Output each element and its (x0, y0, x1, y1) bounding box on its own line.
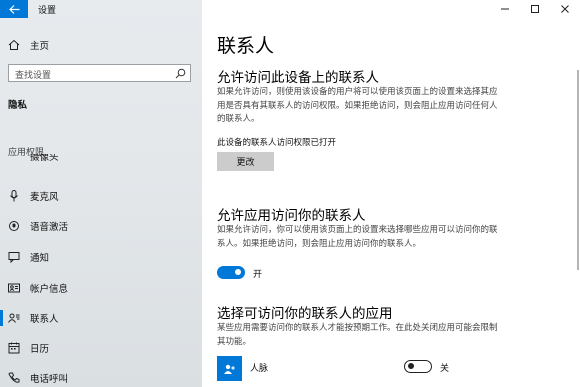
section-description-choose-apps: 某些应用需要访问你的联系人才能按预期工作。在此处关闭应用可能会限制其功能。 (217, 323, 498, 347)
home-label: 主页 (30, 41, 50, 52)
contacts-icon (8, 312, 20, 324)
voice-activation-icon (8, 220, 20, 232)
sidebar-item-contacts[interactable]: 联系人 (0, 306, 202, 330)
people-app-tile (217, 356, 242, 381)
sidebar-item-label: 麦克风 (30, 192, 59, 203)
sidebar-item-label: 电话呼叫 (30, 374, 69, 385)
calendar-icon (8, 342, 20, 354)
sidebar-item-account-info[interactable]: 帐户信息 (0, 276, 202, 300)
sidebar-item-notifications[interactable]: 通知 (0, 245, 202, 269)
search-placeholder: 查找设置 (15, 71, 52, 81)
section-description-app-access: 如果允许访问，你可以使用该页面上的设置来选择哪些应用可以访问你的联系人。如果拒绝… (217, 225, 498, 249)
maximize-icon (531, 5, 539, 13)
close-icon (561, 5, 569, 13)
sidebar-item-label: 联系人 (30, 314, 59, 325)
app-title: 设置 (38, 6, 57, 16)
scrollbar[interactable] (577, 70, 579, 270)
microphone-icon (8, 190, 20, 202)
window-controls (490, 0, 580, 18)
section-heading-device-access: 允许访问此设备上的联系人 (217, 70, 379, 86)
sidebar-item-label: 语音激活 (30, 222, 69, 233)
section-heading-app-access: 允许应用访问你的联系人 (217, 208, 366, 224)
main-content: 联系人 允许访问此设备上的联系人 如果允许访问，则使用该设备的用户将可以使用该页… (202, 0, 580, 387)
page-title: 联系人 (217, 35, 275, 57)
device-access-status: 此设备的联系人访问权限已打开 (217, 138, 337, 148)
sidebar-item-label: 通知 (30, 253, 50, 264)
app-access-toggle-label: 开 (253, 270, 263, 280)
app-access-toggle[interactable] (217, 266, 245, 279)
sidebar-item-label: 日历 (30, 344, 50, 355)
sidebar-item-calendar[interactable]: 日历 (0, 336, 202, 360)
sidebar: 设置 主页 查找设置 隐私 应用权限 摄像头 麦克风 语音激活 通知 帐户信息 … (0, 0, 202, 387)
sidebar-item-voice-activation[interactable]: 语音激活 (0, 214, 202, 238)
toggle-knob (408, 363, 414, 369)
search-icon (175, 68, 186, 79)
section-title: 隐私 (8, 100, 28, 111)
minimize-icon (501, 8, 509, 10)
people-app-icon (223, 364, 235, 374)
change-button[interactable]: 更改 (217, 152, 274, 171)
people-app-toggle-label: 关 (440, 364, 450, 374)
people-app-toggle[interactable] (404, 360, 432, 373)
account-info-icon (8, 282, 20, 294)
section-description-device-access: 如果允许访问，则使用该设备的用户将可以使用该页面上的设置来选择其应用是否具有其联… (217, 87, 498, 124)
close-button[interactable] (550, 0, 580, 18)
back-button[interactable] (0, 0, 28, 18)
sidebar-item-phone[interactable]: 电话呼叫 (0, 366, 202, 387)
toggle-knob (235, 269, 241, 275)
home-icon (8, 39, 20, 51)
sidebar-item-camera[interactable]: 摄像头 (0, 154, 202, 168)
back-arrow-icon (8, 4, 19, 14)
section-heading-choose-apps: 选择可访问你的联系人的应用 (217, 306, 393, 322)
app-name: 人脉 (250, 364, 269, 374)
title-bar: 设置 (0, 0, 202, 18)
sidebar-item-label: 摄像头 (30, 154, 59, 163)
minimize-button[interactable] (490, 0, 520, 18)
notification-icon (8, 251, 20, 263)
sidebar-home[interactable]: 主页 (0, 33, 202, 57)
phone-icon (8, 372, 20, 384)
search-input[interactable]: 查找设置 (8, 64, 191, 82)
sidebar-item-microphone[interactable]: 麦克风 (0, 184, 202, 208)
maximize-button[interactable] (520, 0, 550, 18)
sidebar-item-label: 帐户信息 (30, 284, 69, 295)
